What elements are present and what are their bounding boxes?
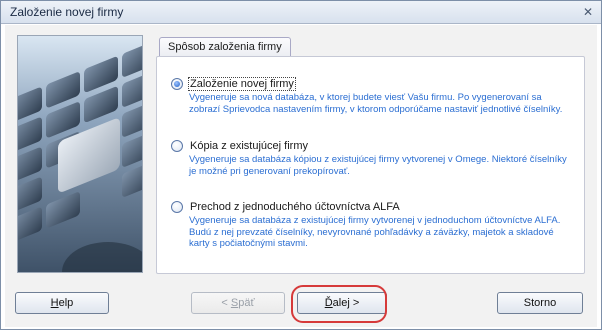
option-label[interactable]: Kópia z existujúcej firmy	[189, 140, 309, 152]
help-button-post: elp	[58, 297, 74, 309]
option-alfa-migration[interactable]: Prechod z jednoduchého účtovníctva ALFA …	[171, 200, 571, 250]
radio-unchecked-icon[interactable]	[171, 140, 183, 152]
option-copy-existing[interactable]: Kópia z existujúcej firmy Vygeneruje sa …	[171, 139, 571, 177]
option-label[interactable]: Prechod z jednoduchého účtovníctva ALFA	[189, 201, 401, 213]
option-description: Vygeneruje sa nová databáza, v ktorej bu…	[189, 92, 563, 115]
option-label[interactable]: Založenie novej firmy	[188, 77, 296, 91]
back-button[interactable]: < Späť	[191, 292, 285, 314]
radio-unchecked-icon[interactable]	[171, 201, 183, 213]
title-bar: Založenie novej firmy ✕	[1, 1, 601, 24]
window-title: Založenie novej firmy	[10, 5, 124, 19]
help-button-mnemonic: H	[50, 297, 59, 309]
back-button-post: päť	[238, 297, 255, 309]
back-button-pre: <	[221, 297, 231, 309]
help-button[interactable]: Help	[15, 292, 109, 314]
creation-method-panel: Založenie novej firmy Vygeneruje sa nová…	[156, 56, 585, 274]
radio-checked-icon[interactable]	[171, 78, 183, 90]
keyboard-enter-key-image	[17, 35, 143, 273]
option-new-company[interactable]: Založenie novej firmy Vygeneruje sa nová…	[171, 77, 571, 115]
dialog-window: Založenie novej firmy ✕ Spôsob založenia…	[0, 0, 602, 330]
dialog-content: Spôsob založenia firmy Založenie novej f…	[5, 25, 597, 327]
close-icon[interactable]: ✕	[579, 4, 597, 20]
tab-creation-method[interactable]: Spôsob založenia firmy	[159, 37, 291, 56]
option-description: Vygeneruje sa databáza kópiou z existujú…	[189, 154, 567, 177]
option-description: Vygeneruje sa databáza z existujúcej fir…	[189, 215, 561, 249]
cancel-button[interactable]: Storno	[497, 292, 583, 314]
back-button-mnemonic: S	[230, 297, 239, 309]
highlight-annotation	[291, 285, 387, 323]
